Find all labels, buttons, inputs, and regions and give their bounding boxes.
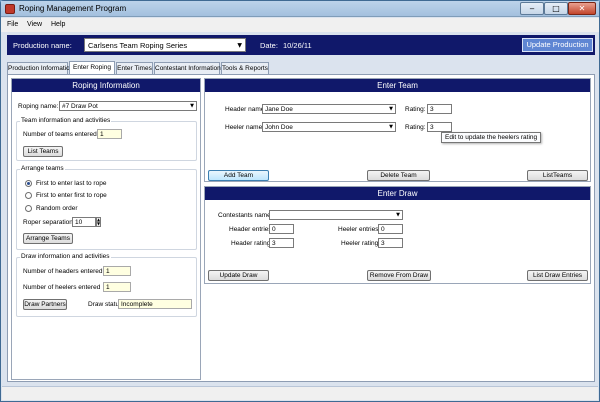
teams-entered-value: 1: [97, 129, 122, 139]
heelers-entered-label: Number of heelers entered: [23, 284, 101, 291]
draw-info-group-title: Draw information and activities: [20, 253, 111, 260]
header-rating-draw-label: Header rating:: [231, 240, 273, 247]
list-teams-button-2[interactable]: ListTeams: [527, 170, 588, 181]
window-title: Roping Management Program: [19, 4, 127, 13]
header-entries-input[interactable]: 0: [269, 224, 294, 234]
roper-separation-label: Roper separation:: [23, 219, 75, 226]
heeler-rating-input[interactable]: 3: [427, 122, 452, 132]
header-name-label: Header name:: [225, 106, 267, 113]
chevron-down-icon: ▼: [237, 42, 242, 49]
production-name-label: Production name:: [13, 41, 72, 50]
enter-team-panel: Enter Team Header name: Jane Doe ▼ Ratin…: [204, 78, 591, 182]
list-draw-entries-button[interactable]: List Draw Entries: [527, 270, 588, 281]
heelers-entered-value: 1: [103, 282, 131, 292]
radio-random-label: Random order: [36, 205, 78, 212]
heeler-rating-tooltip: Edit to update the heelers rating: [441, 132, 541, 143]
header-rating-input[interactable]: 3: [427, 104, 452, 114]
menu-view[interactable]: View: [27, 21, 42, 28]
maximize-button[interactable]: □: [544, 2, 568, 15]
date-label: Date:: [260, 41, 278, 50]
tab-contestant-information[interactable]: Contestant Information: [154, 62, 221, 74]
header-name-select[interactable]: Jane Doe ▼: [262, 104, 396, 114]
radio-first-last-label: First to enter last to rope: [36, 180, 107, 187]
heeler-entries-label: Heeler entries:: [338, 226, 381, 233]
heeler-entries-input[interactable]: 0: [378, 224, 403, 234]
enter-team-header: Enter Team: [205, 79, 590, 92]
arrange-teams-button[interactable]: Arrange Teams: [23, 233, 73, 244]
chevron-down-icon: ▼: [389, 124, 393, 130]
chevron-down-icon: ▼: [389, 106, 393, 112]
roping-information-header: Roping Information: [12, 79, 200, 92]
radio-first-last[interactable]: [25, 180, 32, 187]
status-bar: [2, 386, 598, 400]
production-name-value: Carlsens Team Roping Series: [88, 41, 188, 50]
header-entries-label: Header entries:: [229, 226, 274, 233]
list-teams-button[interactable]: List Teams: [23, 146, 63, 157]
menu-bar: File View Help: [1, 18, 599, 32]
minimize-button[interactable]: ‒: [520, 2, 544, 15]
tab-production-information[interactable]: Production Information: [7, 62, 73, 74]
roping-information-panel: Roping Information Roping name: #7 Draw …: [11, 78, 201, 380]
heeler-rating-label: Rating:: [405, 124, 426, 131]
production-name-select[interactable]: Carlsens Team Roping Series ▼: [84, 38, 246, 52]
menu-help[interactable]: Help: [51, 21, 65, 28]
close-button[interactable]: ✕: [568, 2, 596, 15]
headers-entered-value: 1: [103, 266, 131, 276]
contestants-name-label: Contestants name:: [218, 212, 273, 219]
headers-entered-label: Number of headers entered: [23, 268, 103, 275]
enter-draw-panel: Enter Draw Contestants name: ▼ Header en…: [204, 186, 591, 284]
main-window: Roping Management Program ‒ □ ✕ File Vie…: [0, 0, 600, 402]
roper-separation-spinner[interactable]: ▲ ▼: [96, 217, 101, 227]
teams-entered-label: Number of teams entered: [23, 131, 97, 138]
draw-status-value: Incomplete: [118, 299, 192, 309]
date-value: 10/26/11: [283, 41, 312, 50]
radio-first-first[interactable]: [25, 192, 32, 199]
roping-name-select[interactable]: #7 Draw Pot ▼: [59, 101, 197, 111]
delete-team-button[interactable]: Delete Team: [367, 170, 430, 181]
tab-enter-roping[interactable]: Enter Roping: [69, 61, 115, 74]
header-rating-draw-input[interactable]: 3: [269, 238, 294, 248]
chevron-down-icon: ▼: [396, 212, 400, 218]
roping-name-label: Roping name:: [18, 103, 59, 110]
heeler-rating-draw-label: Heeler rating:: [341, 240, 381, 247]
remove-from-draw-button[interactable]: Remove From Draw: [367, 270, 431, 281]
tab-content: Roping Information Roping name: #7 Draw …: [7, 74, 595, 382]
production-bar: Production name: Carlsens Team Roping Se…: [7, 35, 595, 55]
header-name-value: Jane Doe: [265, 106, 293, 113]
title-bar[interactable]: Roping Management Program ‒ □ ✕: [1, 1, 599, 17]
header-rating-label: Rating:: [405, 106, 426, 113]
update-draw-button[interactable]: Update Draw: [208, 270, 269, 281]
roping-name-value: #7 Draw Pot: [62, 103, 98, 110]
heeler-name-value: John Doe: [265, 124, 293, 131]
contestants-name-select[interactable]: ▼: [269, 210, 403, 220]
menu-file[interactable]: File: [7, 21, 18, 28]
app-icon: [5, 4, 15, 14]
arrange-teams-group-title: Arrange teams: [20, 165, 65, 172]
tab-enter-times[interactable]: Enter Times: [116, 62, 153, 74]
draw-partners-button[interactable]: Draw Partners: [23, 299, 67, 310]
radio-first-first-label: First to enter first to rope: [36, 192, 107, 199]
radio-random[interactable]: [25, 205, 32, 212]
update-production-button[interactable]: Update Production: [522, 38, 593, 52]
team-info-group-title: Team information and activities: [20, 117, 112, 124]
heeler-name-select[interactable]: John Doe ▼: [262, 122, 396, 132]
heeler-name-label: Heeler name:: [225, 124, 265, 131]
tab-tools-reports[interactable]: Tools & Reports: [221, 62, 269, 74]
add-team-button[interactable]: Add Team: [208, 170, 269, 181]
enter-draw-header: Enter Draw: [205, 187, 590, 200]
chevron-down-icon: ▼: [190, 103, 194, 109]
heeler-rating-draw-input[interactable]: 3: [378, 238, 403, 248]
roper-separation-input[interactable]: 10: [72, 217, 96, 227]
